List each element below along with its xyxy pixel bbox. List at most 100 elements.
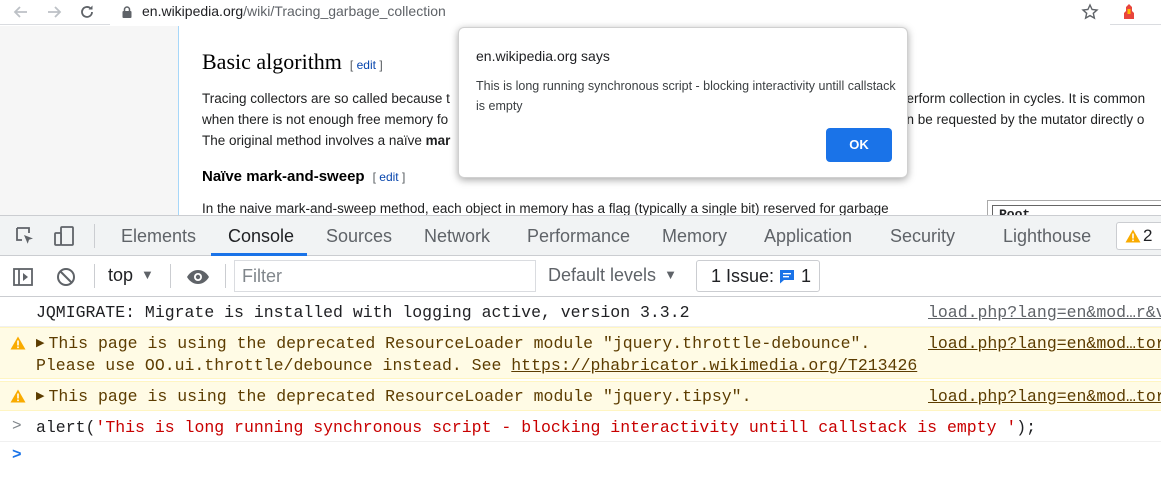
warning-text: Please use OO.ui.throttle/debounce inste… <box>36 356 512 375</box>
chevron-right-icon: > <box>12 446 22 464</box>
sidebar-toggle-icon[interactable] <box>12 266 34 288</box>
tab-performance[interactable]: Performance <box>527 216 630 256</box>
lock-icon <box>122 6 132 18</box>
console-input-row: > alert('This is long running synchronou… <box>0 412 1161 442</box>
command-string: 'This is long running synchronous script… <box>95 418 1017 437</box>
expand-triangle-icon[interactable]: ▶ <box>36 336 44 350</box>
reload-icon <box>81 5 93 18</box>
expand-triangle-icon[interactable]: ▶ <box>36 389 44 403</box>
paragraph-right: perform collection in cycles. It is comm… <box>899 88 1145 130</box>
tab-lighthouse[interactable]: Lighthouse <box>1003 216 1091 256</box>
paragraph-left: Tracing collectors are so called because… <box>202 88 450 151</box>
device-toolbar-icon[interactable] <box>53 225 75 247</box>
sub-edit-bracket-open: [ <box>372 170 376 184</box>
console-output: JQMIGRATE: Migrate is installed with log… <box>0 297 1161 478</box>
edit-link[interactable]: edit <box>357 58 376 72</box>
filter-input[interactable] <box>234 260 536 292</box>
divider <box>94 264 95 288</box>
caret-down-icon: ▼ <box>141 267 154 282</box>
console-warning-row: ▶ This page is using the deprecated Resou… <box>0 381 1161 411</box>
sub-edit-bracket-close: ] <box>401 170 406 184</box>
tab-elements[interactable]: Elements <box>121 216 196 256</box>
warning-icon <box>10 389 26 403</box>
context-value: top <box>108 265 134 285</box>
gc-diagram: Root <box>987 200 1161 215</box>
console-prompt-row[interactable]: > <box>0 442 1161 478</box>
input-command: alert('This is long running synchronous … <box>36 418 1036 437</box>
divider <box>94 224 95 248</box>
tab-network[interactable]: Network <box>424 216 490 256</box>
star-icon[interactable] <box>1081 3 1099 21</box>
sub-edit-link[interactable]: edit <box>379 170 398 184</box>
command-suffix: ); <box>1016 418 1037 437</box>
warnings-counter[interactable]: 2 <box>1116 222 1161 250</box>
issues-button[interactable]: 1 Issue: 1 <box>696 260 820 292</box>
reload-button[interactable] <box>78 3 96 21</box>
chat-icon <box>780 270 794 284</box>
para-line3-text: The original method involves a naïve <box>202 133 426 148</box>
alert-dialog: en.wikipedia.org says This is long runni… <box>458 27 908 178</box>
edit-section: [ edit ] <box>350 58 383 72</box>
subheading-text: Naïve mark-and-sweep <box>202 168 365 185</box>
heading-text: Basic algorithm <box>202 49 342 74</box>
source-link[interactable]: load.php?lang=en&mod…tor <box>928 334 1161 353</box>
browser-toolbar: en.wikipedia.org/wiki/Tracing_garbage_co… <box>0 0 1161 25</box>
para-line1-left: Tracing collectors are so called because… <box>202 91 450 106</box>
devtools-tabbar: Elements Console Sources Network Perform… <box>0 215 1161 256</box>
divider <box>225 264 226 288</box>
chevron-right-icon: > <box>12 417 22 435</box>
url-domain: en.wikipedia.org <box>142 3 244 19</box>
ok-button[interactable]: OK <box>826 128 892 162</box>
paragraph-naive: In the naive mark-and-sweep method, each… <box>202 201 889 215</box>
issues-label: 1 Issue: <box>711 266 775 286</box>
log-levels-dropdown[interactable]: Default levels ▼ <box>548 265 677 286</box>
warning-message[interactable]: ▶ This page is using the deprecated Resou… <box>36 387 751 406</box>
subsection-heading: Naïve mark-and-sweep [ edit ] <box>202 168 405 185</box>
source-link[interactable]: load.php?lang=en&mod…r&v <box>928 303 1161 322</box>
command-prefix: alert( <box>36 418 96 437</box>
divider <box>170 264 171 288</box>
sub-edit-section: [ edit ] <box>373 170 406 184</box>
caret-down-icon: ▼ <box>664 267 677 282</box>
inspect-element-icon[interactable] <box>14 225 36 247</box>
forward-button[interactable] <box>45 3 63 21</box>
diagram-root-label: Root <box>992 205 1161 215</box>
clear-console-icon[interactable] <box>55 266 77 288</box>
warning-message-line2: Please use OO.ui.throttle/debounce inste… <box>36 356 917 375</box>
section-heading: Basic algorithm [ edit ] <box>202 49 383 75</box>
tab-security[interactable]: Security <box>890 216 955 256</box>
tab-application[interactable]: Application <box>764 216 852 256</box>
para-line3: The original method involves a naïve mar <box>202 130 450 151</box>
warning-icon <box>10 336 26 350</box>
address-bar[interactable]: en.wikipedia.org/wiki/Tracing_garbage_co… <box>110 0 1110 25</box>
para-line2-right: en be requested by the mutator directly … <box>899 112 1145 127</box>
extension-icon[interactable] <box>1120 3 1138 21</box>
arrow-right-icon <box>48 6 62 18</box>
url-text: en.wikipedia.org/wiki/Tracing_garbage_co… <box>142 3 446 19</box>
context-selector[interactable]: top ▼ <box>108 265 154 286</box>
back-button[interactable] <box>12 3 30 21</box>
para-line2-left: when there is not enough free memory fo <box>202 112 449 127</box>
warning-text: This page is using the deprecated Resour… <box>48 334 871 353</box>
log-message: JQMIGRATE: Migrate is installed with log… <box>36 303 690 322</box>
issues-count: 1 <box>801 266 812 286</box>
eye-icon[interactable] <box>186 266 210 288</box>
levels-value: Default levels <box>548 265 657 285</box>
tab-sources[interactable]: Sources <box>326 216 392 256</box>
warning-count: 2 <box>1143 226 1153 245</box>
source-link[interactable]: load.php?lang=en&mod…tor <box>928 387 1161 406</box>
dialog-title: en.wikipedia.org says <box>476 48 610 64</box>
dialog-message: This is long running synchronous script … <box>476 79 896 113</box>
url-path: /wiki/Tracing_garbage_collection <box>243 3 446 19</box>
tab-console[interactable]: Console <box>228 216 294 256</box>
warning-text: This page is using the deprecated Resour… <box>48 387 752 406</box>
warning-message[interactable]: ▶ This page is using the deprecated Resou… <box>36 334 870 353</box>
para-line3-bold: mar <box>425 133 451 148</box>
console-warning-row: ▶ This page is using the deprecated Resou… <box>0 327 1161 379</box>
tab-memory[interactable]: Memory <box>662 216 727 256</box>
phabricator-link[interactable]: https://phabricator.wikimedia.org/T21342… <box>511 356 917 375</box>
edit-bracket-open: [ <box>349 58 354 72</box>
arrow-left-icon <box>13 6 27 18</box>
para-line1-right: perform collection in cycles. It is comm… <box>899 91 1146 106</box>
console-log-row: JQMIGRATE: Migrate is installed with log… <box>0 297 1161 327</box>
